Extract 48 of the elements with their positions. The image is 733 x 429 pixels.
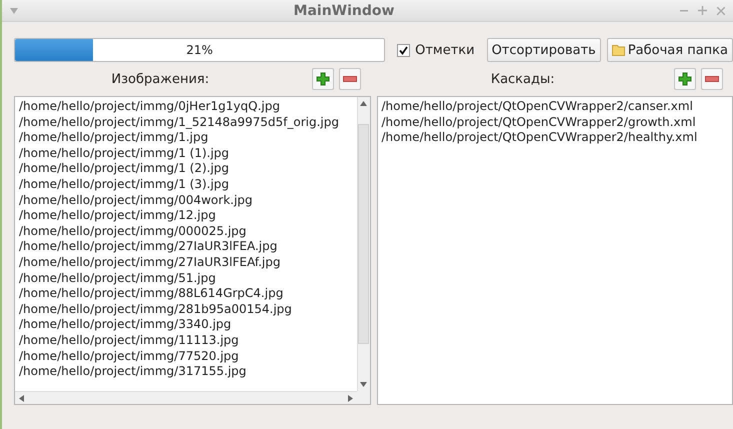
list-item[interactable]: /home/hello/project/immg/12.jpg xyxy=(19,208,352,224)
remove-button[interactable] xyxy=(338,68,360,90)
list-item[interactable]: /home/hello/project/immg/317155.jpg xyxy=(19,364,352,380)
list-item[interactable]: /home/hello/project/immg/1 (2).jpg xyxy=(19,161,352,177)
list-item[interactable]: /home/hello/project/immg/27IaUR3lFEAf.jpg xyxy=(19,254,352,271)
list-item[interactable]: /home/hello/project/immg/1_52148a9975d5f_orig.jpg xyxy=(19,114,352,130)
list-item[interactable]: /home/hello/project/immg/000025.jpg xyxy=(19,224,352,240)
scroll-up-icon[interactable] xyxy=(360,101,367,106)
list-item[interactable]: /home/hello/project/QtOpenCVWrapper2/growth.xml xyxy=(382,114,728,130)
checkbox[interactable] xyxy=(397,44,410,56)
list-label: Изображения: xyxy=(110,72,210,86)
vertical-scrollbar[interactable] xyxy=(356,97,370,391)
list-item[interactable]: /home/hello/project/immg/27IaUR3lFEA.jpg xyxy=(19,239,352,255)
folder-button[interactable]: Рабочая папка xyxy=(606,38,733,62)
list-item[interactable]: /home/hello/project/immg/004work.jpg xyxy=(19,192,352,208)
list-item[interactable]: /home/hello/project/immg/88L614GrpC4.jpg xyxy=(19,286,352,302)
list-item[interactable]: /home/hello/project/QtOpenCVWrapper2/canser.xml xyxy=(382,99,728,115)
list-item[interactable]: /home/hello/project/immg/3340.jpg xyxy=(19,317,352,333)
minus-icon xyxy=(342,76,356,82)
list-item[interactable]: /home/hello/project/immg/11113.jpg xyxy=(19,332,352,348)
list-item[interactable]: /home/hello/project/immg/51.jpg xyxy=(19,270,352,286)
folder-icon xyxy=(612,44,626,56)
images-list[interactable] xyxy=(14,96,370,405)
list-item[interactable]: /home/hello/project/immg/1.jpg xyxy=(19,130,352,146)
list-item[interactable]: /home/hello/project/immg/0jHer1g1yqQ.jpg xyxy=(19,99,352,115)
list-item[interactable]: /home/hello/project/QtOpenCVWrapper2/healthy.xml xyxy=(382,130,728,146)
scroll-down-icon[interactable] xyxy=(360,382,367,387)
scroll-right-icon[interactable] xyxy=(348,394,352,402)
plus-icon xyxy=(316,72,330,86)
remove-button[interactable] xyxy=(701,68,723,90)
plus-icon xyxy=(678,72,692,86)
checkmark-icon xyxy=(399,46,408,54)
progress-reading: 21% xyxy=(185,43,214,57)
list-label: Каскады: xyxy=(490,72,556,86)
list-item[interactable]: /home/hello/project/immg/281b95a00154.jpg xyxy=(19,302,352,318)
scroll-left-icon[interactable] xyxy=(19,394,24,402)
scrollbar-thumb[interactable] xyxy=(358,124,369,344)
cascades-list[interactable]: /home/hello/project/QtOpenCVWrapper2/canser.xml /home/hello/project/QtOpenCVWrapper2/growth.xml /home/hello/project/QtOpenCVWrapper2/healthy.xml xyxy=(376,96,733,405)
list-item[interactable]: /home/hello/project/immg/1 (3).jpg xyxy=(19,176,352,193)
add-button[interactable] xyxy=(674,68,696,90)
list-item[interactable]: /home/hello/project/immg/1 (1).jpg xyxy=(19,146,352,162)
list-item[interactable]: /home/hello/project/immg/77520.jpg xyxy=(19,348,352,364)
horizontal-scrollbar[interactable] xyxy=(15,391,356,404)
add-button[interactable] xyxy=(312,68,334,90)
checkbox-label: Отметки xyxy=(415,42,475,58)
minus-icon xyxy=(705,76,719,82)
sort-button[interactable]: Отсортировать xyxy=(486,38,601,62)
window-title: MainWindow xyxy=(292,2,396,18)
